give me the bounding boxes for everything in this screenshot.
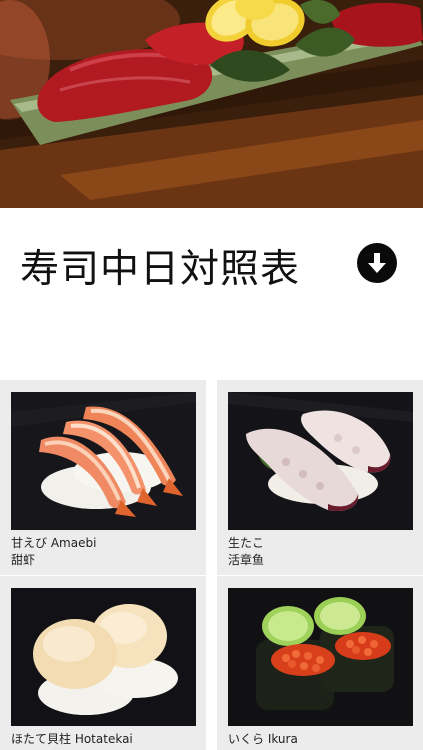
title-section: 寿司中日対照表 bbox=[0, 208, 423, 380]
sushi-card-hotatekai[interactable]: ほたて貝柱 Hotatekai bbox=[0, 576, 206, 750]
sushi-name-jp: ほたて貝柱 Hotatekai bbox=[11, 732, 133, 746]
sushi-grid: 甘えび Amaebi 甜虾 生たこ 活章鱼 ほたて貝柱 Hotatekai いく… bbox=[0, 380, 423, 750]
ikura-photo bbox=[228, 588, 413, 726]
sushi-name-jp: いくら Ikura bbox=[228, 732, 298, 746]
sushi-card-amaebi[interactable]: 甘えび Amaebi 甜虾 bbox=[0, 380, 206, 575]
sushi-card-ikura[interactable]: いくら Ikura bbox=[217, 576, 423, 750]
download-button[interactable] bbox=[357, 243, 397, 283]
hero-banner bbox=[0, 0, 423, 208]
sushi-name-jp: 生たこ bbox=[228, 536, 265, 550]
tako-photo bbox=[228, 392, 413, 530]
sushi-card-tako[interactable]: 生たこ 活章鱼 bbox=[217, 380, 423, 575]
sushi-name-jp: 甘えび Amaebi bbox=[11, 536, 97, 550]
page-title: 寿司中日対照表 bbox=[20, 247, 301, 292]
sushi-name-cn: 活章鱼 bbox=[228, 553, 265, 567]
hotatekai-photo bbox=[11, 588, 196, 726]
amaebi-photo bbox=[11, 392, 196, 530]
tuna-nigiri-photo bbox=[0, 0, 423, 208]
arrow-down-circle-icon bbox=[368, 253, 386, 273]
sushi-name-cn: 甜虾 bbox=[11, 553, 36, 567]
